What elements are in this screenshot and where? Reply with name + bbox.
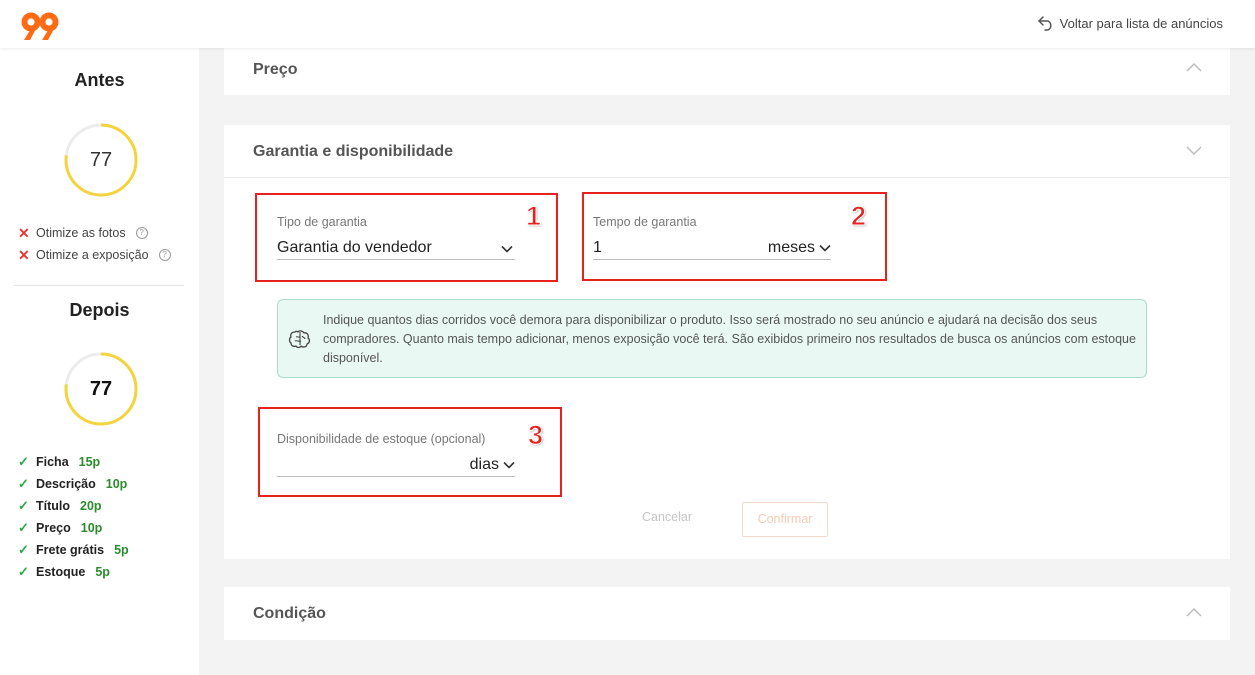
condition-section[interactable]: Condição (224, 587, 1230, 640)
check-points: 5p (95, 565, 110, 579)
annotation-number-2: 2 (850, 201, 867, 232)
before-score-value: 77 (89, 149, 113, 171)
back-link-label: Voltar para lista de anúncios (1059, 15, 1223, 31)
after-score-value: 77 (89, 378, 113, 400)
warranty-section-title[interactable]: Garantia e disponibilidade (253, 143, 453, 161)
check-item-descricao: ✓ Descrição 10p (18, 476, 127, 492)
before-title: Antes (74, 70, 125, 90)
check-label: Descrição (36, 477, 96, 491)
check-label: Frete grátis (36, 543, 105, 557)
x-icon: ✕ (18, 246, 30, 263)
back-to-listings-link[interactable]: Voltar para lista de anúncios (1037, 15, 1223, 31)
check-points: 20p (80, 499, 102, 513)
score-sidebar: Antes 77 ✕ Otimize as fotos ? ✕ Otimize … (0, 48, 199, 675)
check-points: 5p (114, 543, 129, 557)
before-score-gauge: 77 (64, 123, 138, 197)
after-score-gauge: 77 (64, 352, 138, 426)
section-divider (224, 177, 1230, 178)
warranty-section: Garantia e disponibilidade Tipo de garan… (224, 125, 1230, 559)
annotation-box-2 (582, 192, 887, 281)
chevron-down-icon[interactable] (1186, 146, 1202, 156)
after-title: Depois (69, 300, 130, 320)
checkmark-icon: ✓ (18, 476, 29, 491)
annotation-number-1: 1 (525, 201, 542, 232)
price-section[interactable]: Preço (224, 46, 1230, 95)
check-item-estoque: ✓ Estoque 5p (18, 564, 110, 580)
sidebar-divider (14, 285, 184, 286)
brain-icon (288, 330, 311, 349)
return-arrow-icon (1037, 16, 1052, 31)
check-item-preco: ✓ Preço 10p (18, 520, 102, 536)
chevron-up-icon[interactable] (1186, 607, 1202, 617)
issue-label: Otimize a exposição (36, 248, 149, 262)
issue-item-exposure: ✕ Otimize a exposição ? (18, 247, 171, 263)
checkmark-icon: ✓ (18, 454, 29, 469)
top-header: Voltar para lista de anúncios (0, 0, 1255, 48)
availability-info-box: Indique quantos dias corridos você demor… (277, 299, 1147, 378)
check-label: Estoque (36, 565, 86, 579)
check-item-titulo: ✓ Título 20p (18, 498, 102, 514)
check-label: Título (36, 499, 71, 513)
availability-info-text: Indique quantos dias corridos você demor… (323, 313, 1136, 365)
price-section-title: Preço (253, 61, 298, 78)
check-item-ficha: ✓ Ficha 15p (18, 454, 100, 470)
check-points: 15p (78, 455, 101, 469)
annotation-number-3: 3 (527, 420, 544, 451)
help-icon[interactable]: ? (135, 227, 148, 239)
condition-section-title: Condição (253, 605, 326, 622)
x-icon: ✕ (18, 224, 30, 241)
annotation-box-3 (258, 407, 562, 497)
check-points: 10p (105, 477, 128, 491)
issue-label: Otimize as fotos (36, 226, 126, 240)
check-points: 10p (80, 521, 103, 535)
checkmark-icon: ✓ (18, 542, 29, 557)
checkmark-icon: ✓ (18, 520, 29, 535)
help-icon[interactable]: ? (158, 249, 171, 261)
cancel-button[interactable]: Cancelar (642, 510, 692, 524)
issue-item-photos: ✕ Otimize as fotos ? (18, 225, 148, 241)
check-label: Ficha (36, 455, 69, 469)
check-item-frete: ✓ Frete grátis 5p (18, 542, 129, 558)
checkmark-icon: ✓ (18, 498, 29, 513)
confirm-button[interactable]: Confirmar (742, 502, 828, 537)
check-label: Preço (36, 521, 71, 535)
chevron-up-icon[interactable] (1186, 62, 1202, 72)
checkmark-icon: ✓ (18, 564, 29, 579)
brand-logo[interactable] (20, 11, 62, 41)
annotation-box-1 (255, 193, 558, 282)
